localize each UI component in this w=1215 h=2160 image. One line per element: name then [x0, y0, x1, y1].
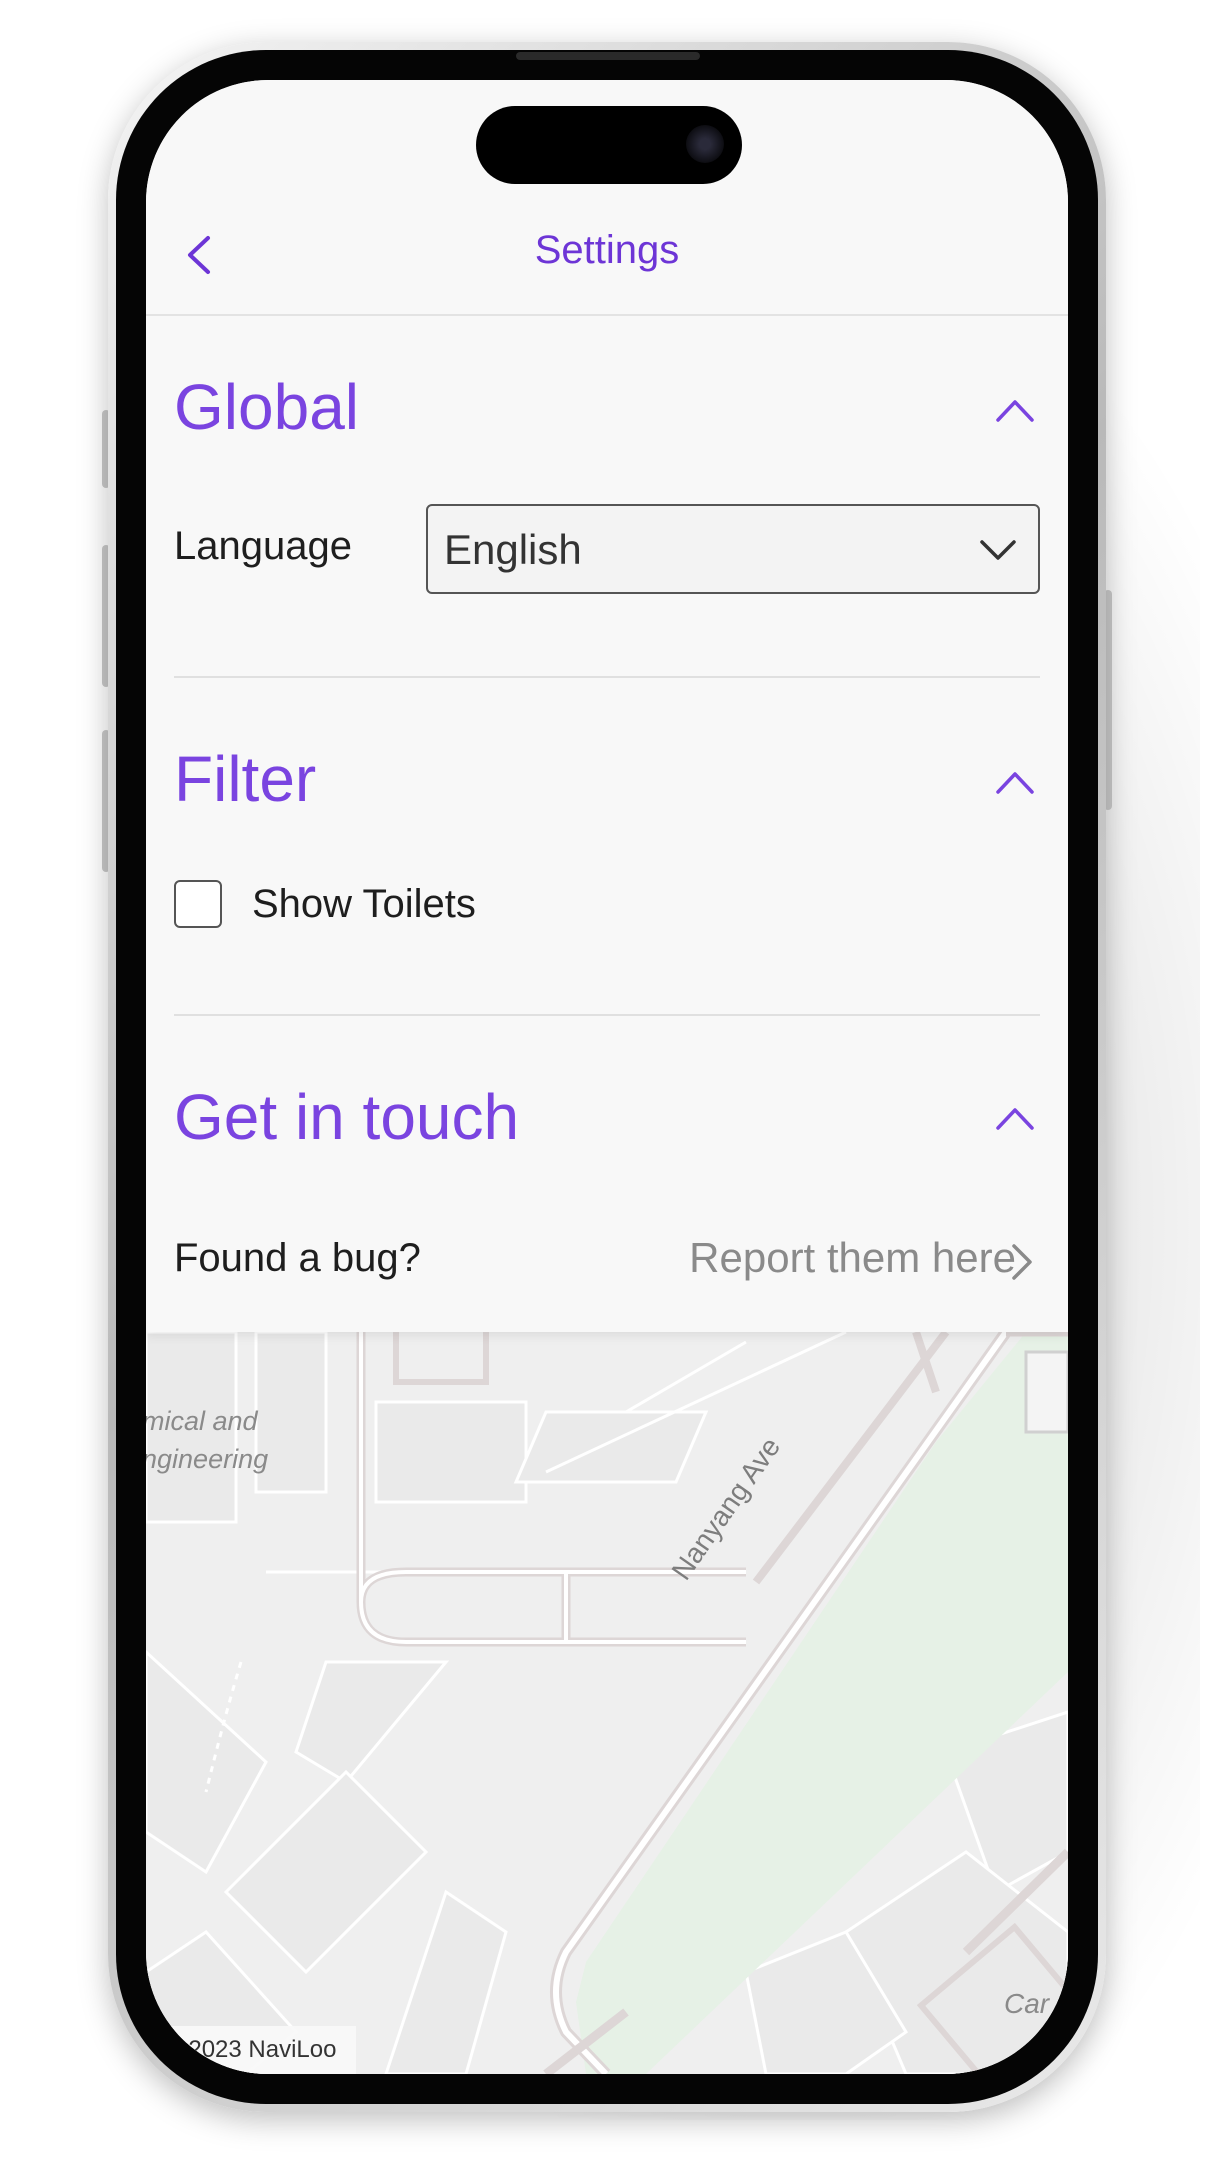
divider: [174, 676, 1040, 678]
map-view[interactable]: mical and ngineering Nanyang Ave Car P: [146, 1332, 1068, 2074]
phone-screen: mical and ngineering Nanyang Ave Car P ©…: [146, 80, 1068, 2074]
chevron-down-icon: [980, 540, 1016, 560]
chevron-up-icon[interactable]: [994, 768, 1036, 796]
settings-panel: Settings Global Language English Filter …: [146, 80, 1068, 1332]
chevron-up-icon[interactable]: [994, 396, 1036, 424]
divider: [174, 1014, 1040, 1016]
section-title-filter: Filter: [174, 743, 317, 815]
car-park-label: Car P: [1004, 1988, 1068, 2019]
section-title-global: Global: [174, 371, 359, 443]
map-attribution: © 2023 NaviLoo: [154, 2026, 357, 2074]
section-title-contact: Get in touch: [174, 1081, 520, 1153]
language-select[interactable]: English: [426, 504, 1040, 594]
dynamic-island: [476, 106, 742, 184]
language-label: Language: [174, 524, 352, 568]
chevron-right-icon[interactable]: [1008, 1242, 1036, 1282]
show-toilets-checkbox[interactable]: [174, 880, 222, 928]
language-select-value: English: [444, 526, 582, 573]
building-label-2: ngineering: [146, 1444, 268, 1474]
building-label-1: mical and: [146, 1406, 259, 1436]
bug-label: Found a bug?: [174, 1236, 421, 1280]
map-canvas: mical and ngineering Nanyang Ave Car P: [146, 1332, 1068, 2074]
header-bar: Settings: [146, 200, 1068, 316]
earpiece-speaker: [516, 52, 700, 60]
page-title: Settings: [534, 228, 680, 272]
report-bug-link[interactable]: Report them here: [689, 1234, 1016, 1282]
chevron-up-icon[interactable]: [994, 1104, 1036, 1132]
show-toilets-label: Show Toilets: [252, 882, 476, 926]
camera-icon: [686, 125, 724, 163]
